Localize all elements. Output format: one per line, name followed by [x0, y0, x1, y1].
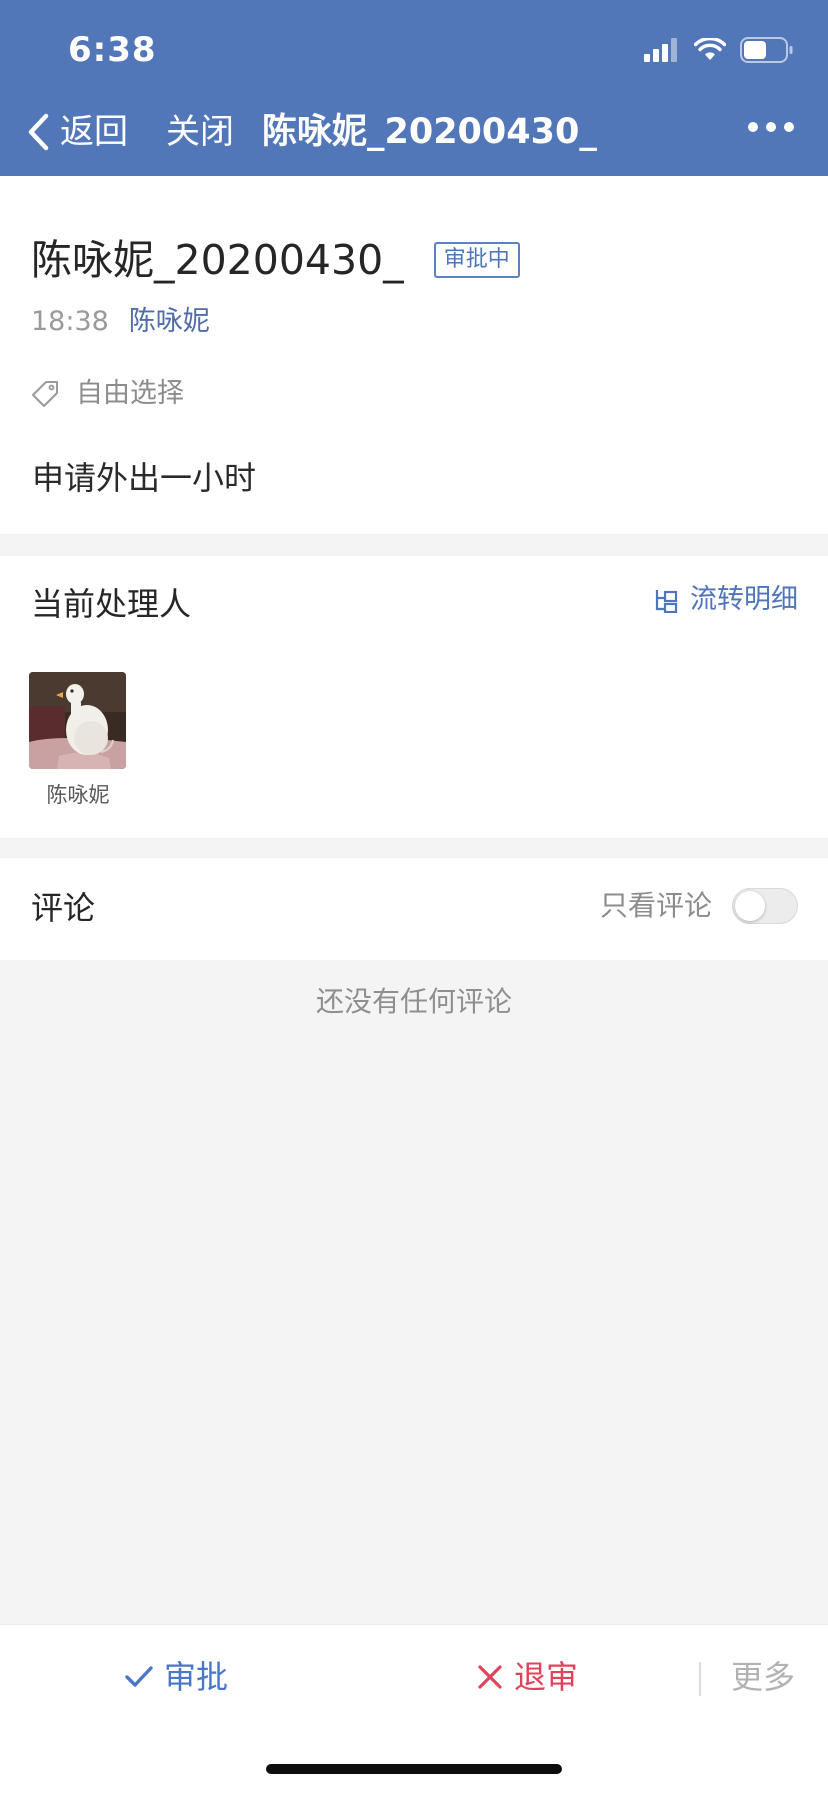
- back-label: 返回: [60, 112, 128, 152]
- comments-only-toggle[interactable]: [732, 888, 798, 924]
- toggle-knob: [735, 891, 765, 921]
- comments-section-title: 评论: [31, 889, 96, 927]
- avatar: [29, 672, 126, 769]
- app-header: 6:38 返回 关闭 陈咏妮_20200430_: [0, 0, 828, 176]
- status-icons: [644, 36, 794, 64]
- nav-bar: 返回 关闭 陈咏妮_20200430_: [0, 100, 828, 164]
- more-dots-icon[interactable]: [748, 122, 794, 132]
- comments-header: 评论 只看评论: [0, 858, 828, 960]
- approval-info-card: 陈咏妮_20200430_ 审批中 18:38 陈咏妮 自由选择 申请外出一小时: [0, 176, 828, 534]
- reject-label: 退审: [514, 1658, 579, 1696]
- approve-label: 审批: [164, 1658, 229, 1696]
- doc-time: 18:38: [31, 306, 109, 337]
- filter-label: 只看评论: [599, 889, 712, 922]
- signal-icon: [644, 38, 677, 62]
- handler-person[interactable]: 陈咏妮: [29, 672, 127, 809]
- flow-chart-icon: [655, 590, 678, 613]
- back-button[interactable]: 返回: [26, 110, 128, 154]
- handler-section-title: 当前处理人: [31, 585, 192, 623]
- home-indicator: [266, 1764, 562, 1774]
- current-handler-card: 当前处理人 流转明细 陈咏妮: [0, 556, 828, 838]
- status-badge: 审批中: [433, 242, 520, 278]
- doc-title: 陈咏妮_20200430_: [31, 236, 404, 284]
- flow-detail-link[interactable]: 流转明细: [654, 582, 798, 618]
- doc-author-link[interactable]: 陈咏妮: [129, 304, 210, 340]
- handler-name: 陈咏妮: [46, 783, 110, 807]
- more-actions-button[interactable]: 更多: [731, 1655, 795, 1699]
- reject-button[interactable]: 退审: [476, 1655, 578, 1699]
- comments-filter: 只看评论: [600, 886, 798, 926]
- close-button[interactable]: 关闭: [166, 110, 234, 154]
- doc-tag: 自由选择: [30, 376, 184, 412]
- flow-detail-label: 流转明细: [690, 584, 798, 615]
- empty-comments-text: 还没有任何评论: [315, 985, 512, 1018]
- doc-meta: 18:38 陈咏妮: [31, 304, 210, 340]
- doc-body: 申请外出一小时: [32, 459, 257, 497]
- chevron-left-icon: [28, 113, 49, 151]
- tag-label: 自由选择: [76, 378, 184, 409]
- x-icon: [478, 1665, 502, 1689]
- approve-button[interactable]: 审批: [124, 1655, 228, 1699]
- tag-icon: [32, 381, 58, 407]
- wifi-icon: [694, 38, 726, 60]
- battery-icon: [740, 37, 793, 63]
- status-time: 6:38: [68, 30, 157, 70]
- action-divider: [699, 1662, 701, 1696]
- nav-title: 陈咏妮_20200430_: [262, 112, 597, 152]
- doc-title-row: 陈咏妮_20200430_ 审批中: [31, 234, 520, 286]
- check-icon: [125, 1666, 153, 1687]
